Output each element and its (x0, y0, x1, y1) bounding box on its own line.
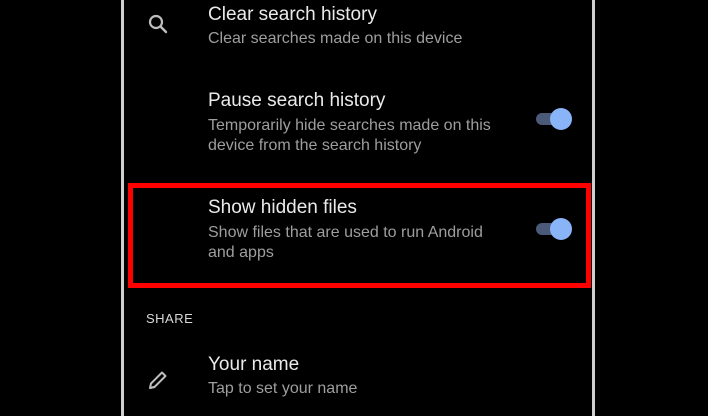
clear-search-history-item[interactable]: Clear search history Clear searches made… (124, 0, 592, 66)
show-hidden-files-title: Show hidden files (208, 197, 357, 218)
clear-search-history-subtitle: Clear searches made on this device (208, 30, 463, 47)
pause-search-history-title: Pause search history (208, 90, 386, 111)
your-name-title: Your name (208, 354, 300, 375)
clear-search-history-title: Clear search history (208, 4, 377, 25)
show-hidden-files-toggle[interactable] (536, 216, 572, 240)
your-name-subtitle: Tap to set your name (208, 380, 358, 397)
pause-search-history-item[interactable]: Pause search history Temporarily hide se… (124, 82, 592, 162)
show-hidden-files-item[interactable]: Show hidden files Show files that are us… (124, 190, 592, 270)
pencil-icon (146, 368, 170, 392)
toggle-thumb (550, 108, 572, 130)
search-icon (146, 12, 170, 36)
pause-search-history-toggle[interactable] (536, 106, 572, 130)
show-hidden-files-subtitle: Show files that are used to run Android … (208, 224, 483, 261)
pause-search-history-subtitle: Temporarily hide searches made on this d… (208, 117, 491, 154)
toggle-thumb (550, 218, 572, 240)
share-section-header: SHARE (146, 311, 194, 326)
your-name-item[interactable]: Your name Tap to set your name (124, 346, 592, 416)
phone-screen: Clear search history Clear searches made… (121, 0, 595, 416)
